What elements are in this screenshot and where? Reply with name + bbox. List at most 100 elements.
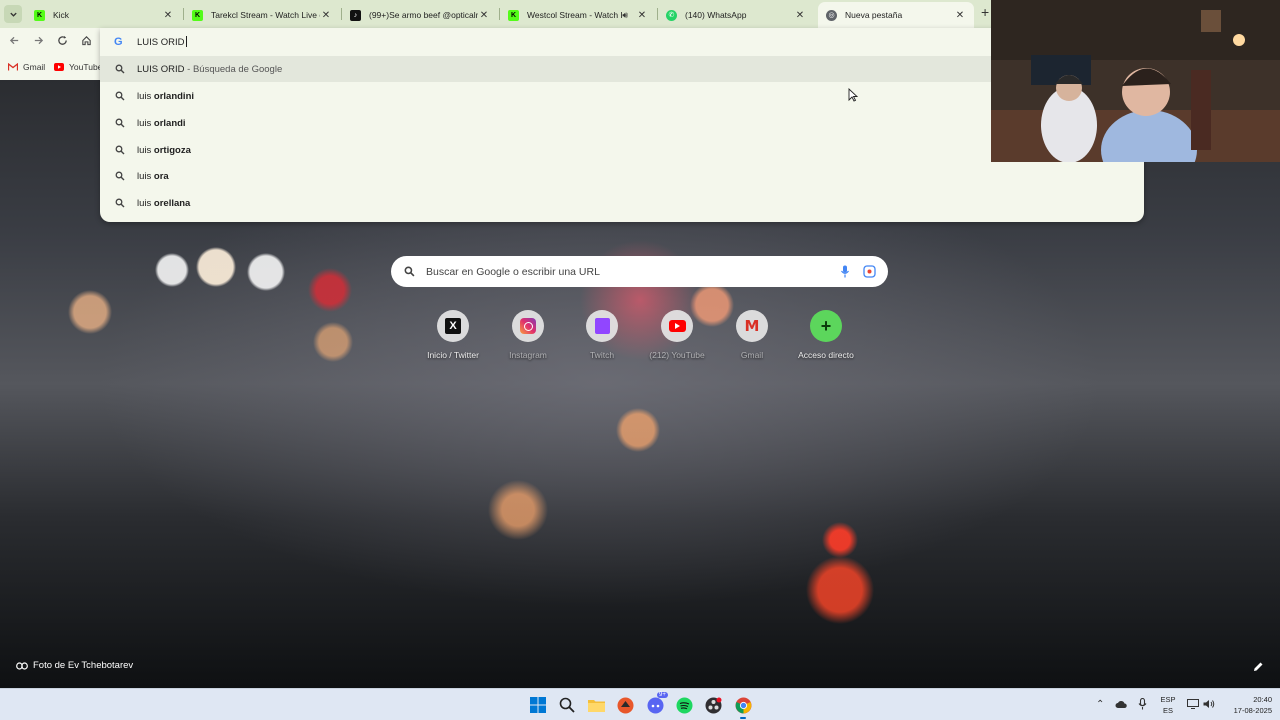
notification-badge: 9+ [657, 692, 668, 698]
suggestion-item[interactable]: luis orlandini [100, 83, 1144, 109]
bookmarks-bar: Gmail YouTube [0, 56, 102, 80]
chevron-up-icon[interactable]: ⌃ [1096, 699, 1104, 710]
webcam-scene [991, 0, 1280, 190]
taskbar-spotify[interactable] [674, 695, 694, 715]
tab-tiktok[interactable]: ♪ (99+)Se armo beef @opticalm ✕ [342, 2, 498, 28]
close-icon[interactable]: ✕ [478, 10, 490, 21]
suggestion-bold: ora [153, 171, 169, 182]
tab-new-tab[interactable]: ◎ Nueva pestaña ✕ [818, 2, 974, 28]
suggestion-item[interactable]: luis ora [100, 163, 1144, 189]
photo-credit-text: Foto de Ev Tchebotarev [33, 660, 134, 671]
gmail-icon: M [744, 317, 760, 335]
shortcut-add[interactable]: + Acceso directo [789, 310, 863, 370]
close-icon[interactable]: ✕ [794, 10, 806, 21]
suggestion-suffix: - Búsqueda de Google [184, 64, 283, 75]
bookmark-gmail[interactable]: Gmail [8, 62, 45, 72]
suggestion-item[interactable]: LUIS ORID - Búsqueda de Google [100, 56, 1144, 82]
reload-button[interactable] [54, 34, 70, 50]
speaker-icon[interactable]: 🔊︎ [622, 10, 628, 21]
suggestion-bold: orlandini [153, 91, 195, 102]
home-button[interactable] [78, 34, 94, 50]
pencil-icon[interactable] [1253, 661, 1264, 672]
plus-icon: + [820, 315, 832, 336]
suggestion-item[interactable]: luis orlandi [100, 110, 1144, 136]
x-icon: X [445, 318, 461, 334]
address-input[interactable]: LUIS ORID [137, 36, 187, 48]
search-icon [115, 145, 125, 155]
tab-title: Tarekcl Stream - Watch Live on [211, 10, 320, 20]
tab-strip: K Kick ✕ K Tarekcl Stream - Watch Live o… [0, 0, 991, 28]
kick-icon: K [508, 9, 519, 21]
shortcut-label: Twitch [589, 350, 615, 360]
text-caret [185, 36, 187, 47]
network-icon[interactable] [1187, 699, 1199, 709]
google-lens-icon[interactable] [863, 265, 876, 278]
close-icon[interactable]: ✕ [636, 10, 648, 21]
tab-westcol-stream[interactable]: K Westcol Stream - Watch Liv 🔊︎ ✕ [500, 2, 656, 28]
arrow-right-icon [34, 36, 43, 45]
search-icon [404, 266, 415, 277]
forward-button[interactable] [30, 34, 46, 50]
suggestion-bold: orellana [153, 198, 191, 209]
shortcut-twitch[interactable]: Twitch [565, 310, 639, 370]
clock-time[interactable]: 20:40 [1222, 695, 1272, 704]
shortcut-label: Inicio / Twitter [427, 350, 479, 360]
gmail-icon [8, 63, 18, 71]
search-icon [115, 91, 125, 101]
speaker-icon[interactable] [1203, 699, 1215, 709]
close-icon[interactable]: ✕ [954, 10, 966, 21]
shortcut-instagram[interactable]: Instagram [491, 310, 565, 370]
taskbar-file-explorer[interactable] [586, 695, 606, 715]
shortcut-twitter[interactable]: X Inicio / Twitter [416, 310, 490, 370]
twitch-icon [594, 318, 610, 334]
suggestion-text: LUIS ORID [137, 64, 185, 75]
back-button[interactable] [6, 34, 22, 50]
tab-title: Westcol Stream - Watch Liv [527, 10, 623, 20]
new-tab-button[interactable]: + [981, 4, 989, 20]
shortcut-gmail[interactable]: M Gmail [715, 310, 789, 370]
photo-credit-link[interactable]: Foto de Ev Tchebotarev [16, 660, 133, 671]
windows-icon [530, 697, 546, 713]
tab-kick[interactable]: K Kick ✕ [26, 2, 182, 28]
tab-whatsapp[interactable]: ✆ (140) WhatsApp ✕ [658, 2, 814, 28]
bookmark-youtube[interactable]: YouTube [54, 62, 102, 72]
taskbar-obs[interactable] [703, 695, 723, 715]
search-icon [115, 171, 125, 181]
microphone-icon[interactable] [1138, 698, 1147, 710]
ntp-search-box[interactable]: Buscar en Google o escribir una URL [391, 256, 888, 287]
tiktok-icon: ♪ [350, 9, 361, 21]
address-bar[interactable]: G LUIS ORID [100, 28, 1144, 56]
folder-icon [587, 700, 605, 712]
youtube-icon [54, 63, 64, 71]
close-icon[interactable]: ✕ [162, 10, 174, 21]
suggestion-item[interactable]: luis orellana [100, 190, 1144, 216]
search-icon [559, 697, 575, 713]
suggestion-item[interactable]: luis ortigoza [100, 137, 1144, 163]
shortcut-label: Gmail [740, 350, 764, 360]
clock-date[interactable]: 17-08-2025 [1222, 706, 1272, 715]
shortcut-youtube[interactable]: (212) YouTube [640, 310, 714, 370]
tab-tarekcl-stream[interactable]: K Tarekcl Stream - Watch Live on ✕ [184, 2, 340, 28]
taskbar-chrome[interactable] [733, 695, 753, 719]
bookmark-label: Gmail [23, 62, 46, 72]
suggestion-bold: orlandi [153, 118, 186, 129]
obs-icon [705, 697, 721, 713]
cloud-icon[interactable] [1115, 699, 1127, 709]
tab-search-button[interactable] [4, 5, 22, 23]
reload-icon [57, 35, 67, 45]
microphone-icon[interactable] [840, 265, 850, 278]
discord-icon [647, 697, 663, 713]
close-icon[interactable]: ✕ [320, 10, 332, 21]
shortcut-label: (212) YouTube [649, 350, 705, 360]
chevron-down-icon [9, 12, 17, 17]
keyboard-layout[interactable]: ES [1158, 706, 1178, 715]
search-icon [115, 118, 125, 128]
input-language[interactable]: ESP [1158, 695, 1178, 704]
start-button[interactable] [528, 695, 548, 715]
taskbar-discord[interactable]: 9+ [645, 692, 668, 715]
plus-icon: + [981, 4, 990, 20]
taskbar-search-button[interactable] [557, 695, 577, 715]
bookmark-label: YouTube [69, 62, 103, 72]
taskbar-app-brave[interactable] [615, 695, 635, 715]
tab-title: (140) WhatsApp [685, 10, 747, 20]
